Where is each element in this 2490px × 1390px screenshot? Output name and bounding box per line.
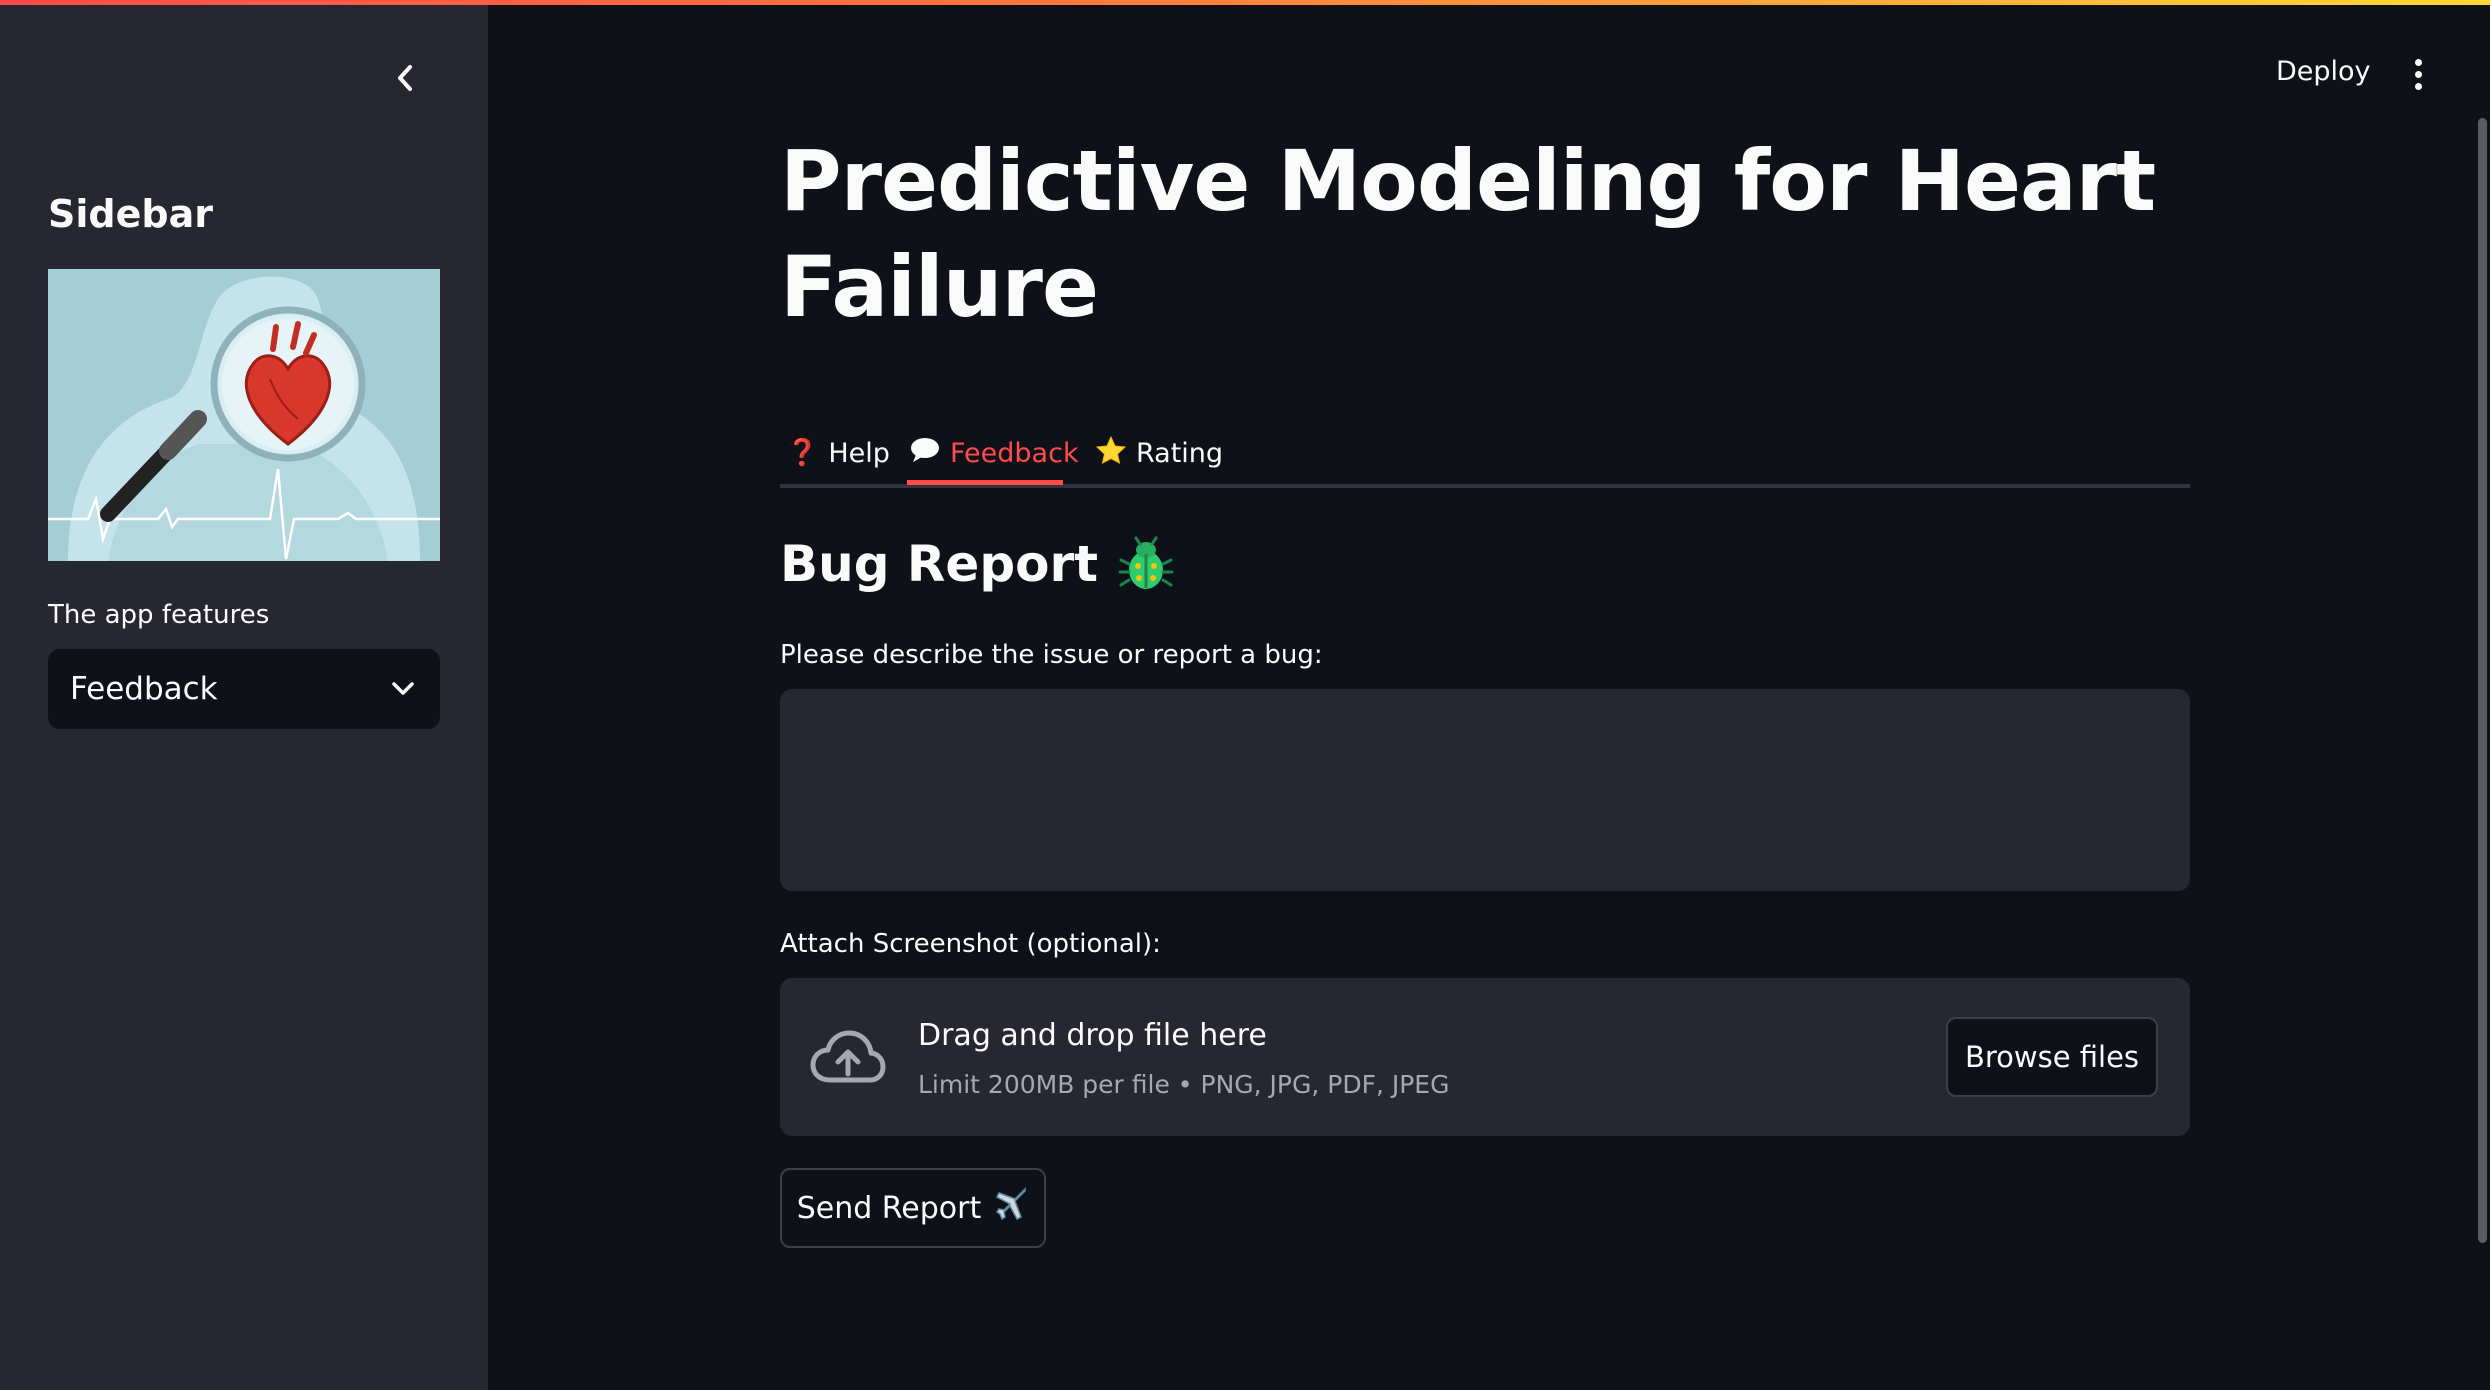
active-tab-indicator <box>907 480 1063 485</box>
cloud-upload-icon <box>810 1030 886 1083</box>
deploy-button[interactable]: Deploy <box>2276 56 2371 87</box>
sidebar-title: Sidebar <box>48 192 213 236</box>
speech-bubble-icon <box>910 437 940 470</box>
send-report-button[interactable]: Send Report <box>780 1168 1046 1248</box>
star-icon <box>1095 435 1127 471</box>
upload-limits: Limit 200MB per file • PNG, JPG, PDF, JP… <box>918 1070 1450 1099</box>
tab-feedback[interactable]: Feedback <box>910 418 1079 488</box>
scrollbar[interactable] <box>2478 118 2487 1243</box>
features-select[interactable]: Feedback <box>48 649 440 729</box>
question-mark-icon: ❓ <box>786 438 819 468</box>
tab-feedback-label: Feedback <box>950 437 1079 469</box>
bug-report-heading: Bug Report <box>780 535 1099 593</box>
chevron-down-icon <box>392 682 414 695</box>
attach-screenshot-label: Attach Screenshot (optional): <box>780 929 1161 959</box>
bug-icon <box>1118 536 1174 589</box>
issue-field-label: Please describe the issue or report a bu… <box>780 640 1323 670</box>
sidebar: Sidebar The app features Feedback <box>0 0 488 1390</box>
chevron-left-icon <box>398 65 412 91</box>
section-heading: Bug Report <box>780 535 1174 593</box>
upload-instructions: Drag and drop file here <box>918 1018 1267 1053</box>
features-select-label: The app features <box>48 600 270 630</box>
page-title: Predictive Modeling for Heart Failure <box>780 132 2156 336</box>
sidebar-heart-image <box>48 269 440 561</box>
features-select-value: Feedback <box>70 671 218 707</box>
tab-rating[interactable]: Rating <box>1095 418 1224 488</box>
tab-help[interactable]: ❓ Help <box>786 418 890 488</box>
top-accent-bar <box>0 0 2490 5</box>
airplane-icon <box>995 1187 1029 1229</box>
tab-bar: ❓ Help Feedback Rating <box>780 418 2190 488</box>
send-report-label: Send Report <box>796 1190 982 1226</box>
issue-description-textarea[interactable] <box>780 689 2190 891</box>
tab-rating-label: Rating <box>1136 437 1224 469</box>
collapse-sidebar-button[interactable] <box>385 58 425 98</box>
kebab-menu-icon[interactable] <box>2400 54 2436 94</box>
file-uploader-dropzone[interactable]: Drag and drop file here Limit 200MB per … <box>780 978 2190 1136</box>
browse-files-button[interactable]: Browse files <box>1946 1017 2158 1097</box>
tab-help-label: Help <box>828 437 890 469</box>
